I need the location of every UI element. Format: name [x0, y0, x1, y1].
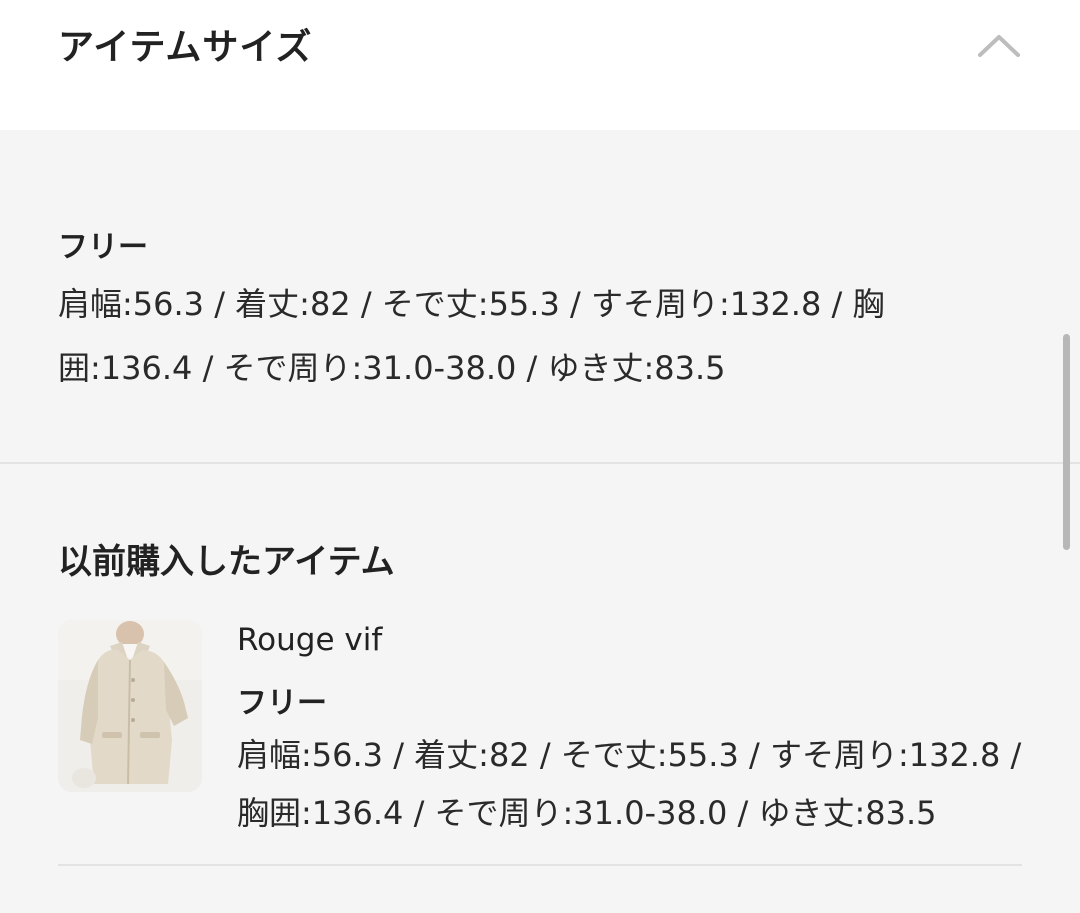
size-measurements: 肩幅:56.3 / 着丈:82 / そで丈:55.3 / すそ周り:132.8 … [58, 285, 885, 387]
item-size-name: フリー [237, 686, 327, 721]
coat-photo [58, 620, 202, 792]
scrollbar[interactable] [1063, 334, 1070, 550]
section-title: アイテムサイズ [58, 27, 313, 68]
size-detail: フリー 肩幅:56.3 / 着丈:82 / そで丈:55.3 / すそ周り:13… [0, 130, 1080, 464]
previous-item[interactable]: Rouge vif フリー 肩幅:56.3 / 着丈:82 / そで丈:55.3… [58, 620, 1022, 866]
previous-purchases-title: 以前購入したアイテム [58, 542, 395, 582]
item-measurements: 肩幅:56.3 / 着丈:82 / そで丈:55.3 / すそ周り:132.8 … [237, 736, 1022, 832]
collapse-button[interactable] [966, 18, 1032, 72]
size-name: フリー [58, 230, 148, 265]
item-thumbnail[interactable] [58, 620, 202, 792]
chevron-up-icon [978, 35, 1020, 57]
item-brand: Rouge vif [237, 622, 383, 658]
item-size-header[interactable]: アイテムサイズ [0, 0, 1080, 130]
